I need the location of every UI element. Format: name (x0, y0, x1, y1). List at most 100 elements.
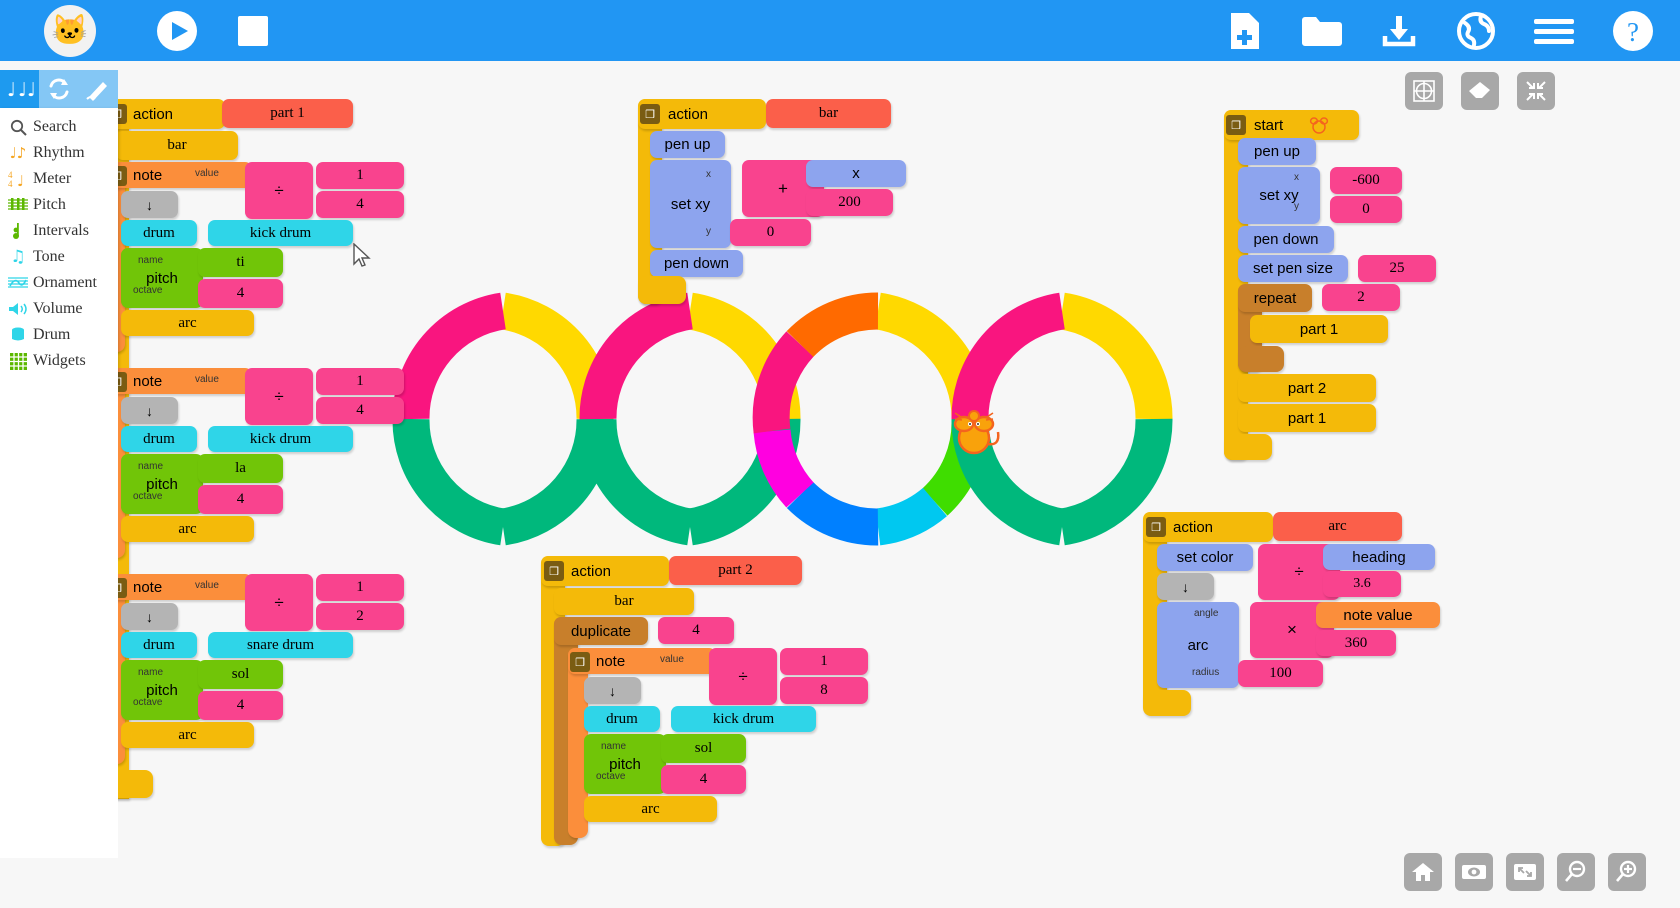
pen-down-block-start[interactable]: pen down (1238, 226, 1334, 253)
degrees-value[interactable]: 360 (1316, 630, 1396, 656)
palette-item-volume[interactable]: Volume (0, 296, 118, 322)
refresh-tab[interactable] (39, 70, 78, 108)
denominator-2[interactable]: 4 (316, 397, 404, 424)
heading-block[interactable]: heading (1323, 544, 1435, 570)
divide-block-1[interactable]: ÷ (245, 162, 313, 219)
repeat-body-part1[interactable]: part 1 (1250, 315, 1388, 343)
collapse-icon[interactable]: ❒ (544, 561, 564, 581)
zoom-out-button[interactable] (1557, 853, 1595, 891)
repeat-value[interactable]: 2 (1322, 284, 1400, 311)
duplicate-block[interactable]: duplicate (554, 617, 648, 645)
pen-up-block-start[interactable]: pen up (1238, 138, 1316, 165)
x-value-box[interactable]: x (806, 160, 906, 187)
rest-block-2[interactable]: ↓ (121, 397, 178, 424)
palette-item-pitch[interactable]: Pitch (0, 192, 118, 218)
drum-block-1[interactable]: drum (121, 220, 197, 246)
note-value-block[interactable]: note value (1316, 602, 1440, 628)
numerator-2[interactable]: 1 (316, 368, 404, 395)
action-clamp-foot-bar[interactable] (638, 276, 686, 304)
start-x-value[interactable]: -600 (1330, 167, 1402, 194)
drum-value-1[interactable]: kick drum (208, 220, 353, 246)
notes-tab[interactable]: ♩ ♩♩ (0, 70, 40, 108)
arc-call-3[interactable]: arc (121, 722, 254, 748)
rest-block-1[interactable]: ↓ (121, 191, 178, 218)
open-folder-icon[interactable] (1300, 14, 1342, 48)
action-clamp-foot-arc[interactable] (1143, 690, 1191, 716)
pitch-name-2[interactable]: la (198, 454, 283, 483)
planet-globe-icon[interactable] (1456, 11, 1496, 51)
set-xy-block-start[interactable]: set xy (1238, 167, 1320, 224)
palette-item-search[interactable]: Search (0, 114, 118, 140)
set-color-block[interactable]: set color (1157, 544, 1253, 571)
drum-block-2[interactable]: drum (121, 426, 197, 452)
bar-block-part2[interactable]: bar (554, 588, 694, 615)
heading-divisor[interactable]: 3.6 (1323, 571, 1401, 597)
play-button[interactable] (156, 10, 198, 52)
note-block-2[interactable]: note (105, 368, 252, 394)
rest-block-3[interactable]: ↓ (121, 603, 178, 630)
octave-value-3[interactable]: 4 (198, 691, 283, 720)
part2-call[interactable]: part 2 (1238, 374, 1376, 402)
drum-block-3[interactable]: drum (121, 632, 197, 658)
set-xy-block-bar[interactable]: set xy (650, 160, 731, 248)
numerator-3[interactable]: 1 (316, 574, 404, 601)
rest-block-part2[interactable]: ↓ (584, 677, 641, 704)
collapse-icon[interactable]: ❒ (570, 652, 590, 672)
grid-button[interactable] (1405, 72, 1443, 110)
arc-call-1[interactable]: arc (121, 310, 254, 336)
y-value-bar[interactable]: 0 (730, 219, 811, 246)
arc-call-part2[interactable]: arc (584, 796, 717, 822)
collapse-icon[interactable]: ❒ (1146, 517, 1166, 537)
octave-value-1[interactable]: 4 (198, 279, 283, 308)
start-clamp-foot[interactable] (1224, 434, 1272, 460)
rest-block-arc[interactable]: ↓ (1157, 573, 1214, 600)
show-hide-blocks-button[interactable] (1455, 853, 1493, 891)
stop-button[interactable] (235, 13, 271, 49)
octave-value-2[interactable]: 4 (198, 485, 283, 514)
cat-logo-icon[interactable]: 🐱 (44, 4, 96, 57)
action-name-part1[interactable]: part 1 (222, 99, 353, 128)
denominator-part2[interactable]: 8 (780, 677, 868, 704)
divide-block-3[interactable]: ÷ (245, 574, 313, 631)
note-block-part2[interactable]: note (568, 648, 716, 674)
pen-size-value[interactable]: 25 (1358, 255, 1436, 282)
palette-item-intervals[interactable]: Intervals (0, 218, 118, 244)
palette-item-drum[interactable]: Drum (0, 322, 118, 348)
arc-call-2[interactable]: arc (121, 516, 254, 542)
palette-item-widgets[interactable]: Widgets (0, 348, 118, 374)
drum-value-3[interactable]: snare drum (208, 632, 353, 658)
part1-call[interactable]: part 1 (1238, 404, 1376, 432)
palette-item-rhythm[interactable]: ♩♪ Rhythm (0, 140, 118, 166)
expand-button[interactable] (1506, 853, 1544, 891)
help-icon[interactable]: ? (1612, 10, 1654, 52)
repeat-clamp-foot[interactable] (1238, 346, 1284, 372)
pitch-name-3[interactable]: sol (198, 660, 283, 689)
pen-down-block[interactable]: pen down (650, 250, 743, 277)
action-name-part2[interactable]: part 2 (669, 556, 802, 585)
palette-item-ornament[interactable]: Ornament (0, 270, 118, 296)
save-download-icon[interactable] (1380, 12, 1418, 50)
new-project-icon[interactable] (1228, 11, 1262, 51)
palette-item-meter[interactable]: 4 4 ♩ Meter (0, 166, 118, 192)
pen-up-block[interactable]: pen up (650, 131, 725, 158)
numerator-part2[interactable]: 1 (780, 648, 868, 675)
collapse-button[interactable] (1517, 72, 1555, 110)
numerator-1[interactable]: 1 (316, 162, 404, 189)
repeat-block[interactable]: repeat (1238, 284, 1312, 312)
denominator-3[interactable]: 2 (316, 603, 404, 630)
denominator-1[interactable]: 4 (316, 191, 404, 218)
divide-block-part2[interactable]: ÷ (709, 648, 777, 705)
note-block-1[interactable]: note (105, 162, 252, 188)
palette-item-tone[interactable]: ♫ Tone (0, 244, 118, 270)
home-button[interactable] (1404, 853, 1442, 891)
drum-value-part2[interactable]: kick drum (671, 706, 816, 732)
x-add-value[interactable]: 200 (806, 189, 893, 216)
pencil-tab[interactable] (79, 70, 118, 108)
pitch-name-part2[interactable]: sol (661, 734, 746, 763)
divide-block-2[interactable]: ÷ (245, 368, 313, 425)
hamburger-menu-icon[interactable] (1534, 16, 1574, 46)
set-pen-size-block[interactable]: set pen size (1238, 255, 1348, 282)
action-name-arc[interactable]: arc (1273, 512, 1402, 541)
eraser-button[interactable] (1461, 72, 1499, 110)
drum-block-part2[interactable]: drum (584, 706, 660, 732)
